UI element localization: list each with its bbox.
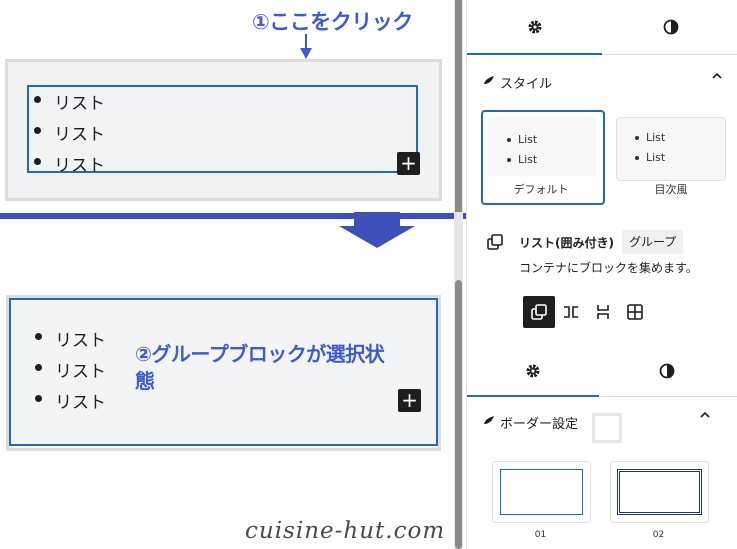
chevron-up-icon[interactable]	[699, 409, 711, 424]
chevron-up-icon[interactable]	[711, 70, 723, 85]
grid-icon	[627, 304, 643, 320]
tab-styles[interactable]	[599, 346, 734, 396]
styles-title: スタイル	[500, 77, 553, 92]
list-item[interactable]: リスト	[35, 388, 106, 413]
step1-annotation: ①ここをクリック	[252, 10, 413, 34]
style-card-default[interactable]: List List デフォルト	[481, 110, 605, 205]
step2-annotation: ②グループブロックが選択状態	[135, 342, 385, 393]
tab-settings[interactable]	[467, 346, 599, 397]
variation-grid-button[interactable]	[619, 296, 651, 328]
border-settings-title: ボーダー設定	[500, 417, 579, 432]
border-style-label: 02	[652, 530, 665, 540]
sidebar-tabs	[467, 0, 737, 55]
style-preview: List List	[488, 117, 596, 176]
brush-icon	[484, 416, 494, 424]
style-card-label: 目次風	[654, 183, 688, 196]
border-style-label: 01	[534, 530, 547, 540]
scrollbar-thumb[interactable]	[455, 0, 462, 212]
style-card-label: デフォルト	[513, 183, 569, 196]
variation-stack-button[interactable]	[587, 296, 619, 328]
scrollbar-thumb[interactable]	[455, 280, 462, 549]
variation-row-button[interactable]	[555, 296, 587, 328]
stack-icon	[597, 305, 609, 319]
list-item[interactable]: リスト	[35, 326, 106, 351]
contrast-icon	[663, 19, 678, 35]
border-style-01[interactable]	[492, 461, 591, 523]
tab-styles[interactable]	[603, 0, 737, 54]
arrow-down-icon	[300, 34, 312, 59]
block-type-tag: グループ	[622, 230, 684, 254]
contrast-icon	[659, 363, 674, 379]
block-description: コンテナにブロックを集めます。	[519, 261, 698, 275]
sidebar-tabs-lower	[467, 346, 737, 397]
preview-list-item: List	[634, 151, 666, 164]
list-item[interactable]: リスト	[34, 151, 105, 176]
group-block-icon	[487, 234, 503, 250]
gear-icon	[526, 364, 540, 378]
group-icon	[531, 304, 547, 320]
preview-list-item: List	[506, 153, 538, 166]
row-icon	[564, 306, 578, 318]
preview-list-item: List	[634, 131, 666, 144]
border-preview-swatch	[592, 413, 622, 443]
list-item[interactable]: リスト	[34, 89, 105, 114]
add-block-button[interactable]: +	[398, 389, 421, 412]
brush-icon	[484, 76, 494, 84]
variation-group-button[interactable]	[523, 296, 555, 328]
style-card-toc[interactable]: List List	[616, 117, 726, 181]
watermark: cuisine-hut.com	[245, 518, 446, 544]
list-item[interactable]: リスト	[35, 357, 106, 382]
tab-settings[interactable]	[467, 0, 602, 55]
gear-icon	[528, 20, 541, 34]
border-style-02[interactable]	[610, 461, 709, 523]
settings-sidebar: スタイル List List デフォルト List List 目次風 リスト(囲…	[466, 0, 737, 549]
block-name: リスト(囲み付き)	[519, 236, 614, 250]
list-item[interactable]: リスト	[34, 120, 105, 145]
preview-list-item: List	[506, 133, 538, 146]
big-arrow-down-icon	[339, 212, 415, 248]
add-block-button[interactable]: +	[397, 152, 420, 175]
